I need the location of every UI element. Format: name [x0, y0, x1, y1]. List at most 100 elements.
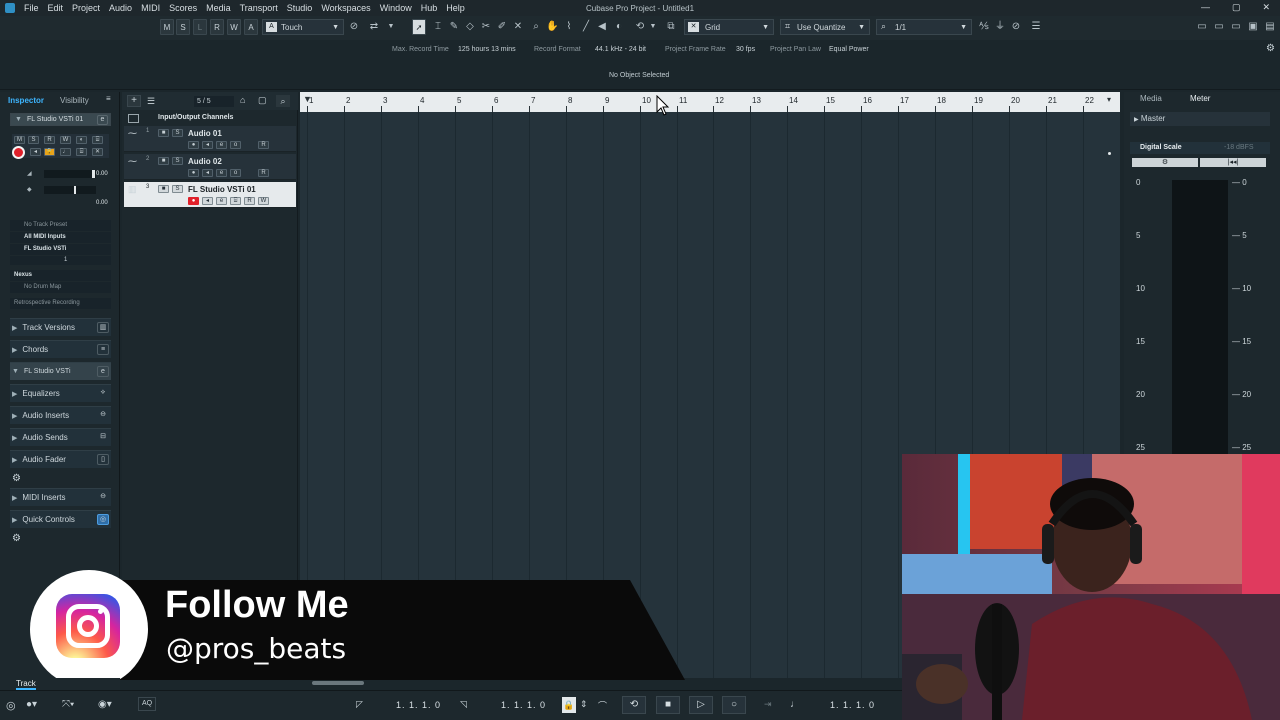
- ruler-bar-number[interactable]: 10: [642, 96, 651, 105]
- snap-type-dropdown[interactable]: ✕ Grid ▼: [684, 19, 774, 35]
- mute-button[interactable]: M: [14, 136, 25, 144]
- quantize-apply-icon[interactable]: ⏚: [994, 21, 1006, 33]
- split-tool-icon[interactable]: ✂: [480, 21, 492, 33]
- monitor-button[interactable]: ◂: [202, 141, 213, 149]
- pan-slider-handle[interactable]: [74, 186, 76, 194]
- right-locator-icon[interactable]: ◹: [460, 699, 467, 710]
- metronome-icon[interactable]: ◉▾: [98, 699, 112, 710]
- ruler-bar-number[interactable]: 2: [346, 96, 350, 105]
- lock-icon[interactable]: 🔒: [44, 148, 55, 156]
- ruler-bar-number[interactable]: 18: [937, 96, 946, 105]
- ruler[interactable]: 1 2 3 4 5 6 7 8 9 10 11 12 13 14 15 16 17 18 19 20 21 22: [300, 92, 1120, 112]
- chevron-down-icon[interactable]: ▾: [1107, 95, 1111, 104]
- pan-slider[interactable]: [44, 186, 96, 194]
- play-button[interactable]: ▷: [689, 696, 713, 714]
- record-enable-button[interactable]: ●: [188, 169, 199, 177]
- section-midi-inserts[interactable]: ▶ MIDI Inserts ⊖: [10, 488, 111, 506]
- horizontal-scrollbar[interactable]: [312, 681, 364, 685]
- freeze-button[interactable]: ⌸: [230, 197, 241, 205]
- layout-full-icon[interactable]: ▣: [1247, 21, 1259, 33]
- monitor-button[interactable]: ◂: [202, 169, 213, 177]
- ruler-bar-number[interactable]: 13: [752, 96, 761, 105]
- play-tool-icon[interactable]: ◀: [596, 21, 608, 33]
- midi-output-field[interactable]: FL Studio VSTi: [10, 244, 111, 255]
- punch-out-icon[interactable]: ⇥: [764, 699, 772, 710]
- nudge-icon[interactable]: ⟲: [634, 21, 646, 33]
- meter-scale-row[interactable]: Digital Scale -18 dBFS: [1130, 142, 1270, 154]
- record-enable-button[interactable]: ●: [188, 197, 199, 205]
- cubase-app-icon[interactable]: [5, 3, 15, 13]
- read-button[interactable]: R: [258, 169, 269, 177]
- time-format-icon[interactable]: ♩: [790, 699, 800, 710]
- snap-icon[interactable]: ⧉: [665, 21, 677, 33]
- record-format-value[interactable]: 44.1 kHz - 24 bit: [595, 46, 646, 53]
- track-preset-field[interactable]: No Track Preset: [10, 220, 111, 231]
- object-selection-tool-button[interactable]: ➚: [412, 19, 426, 35]
- ruler-bar-number[interactable]: 20: [1011, 96, 1020, 105]
- home-icon[interactable]: ⌂: [240, 95, 245, 105]
- ruler-bar-number[interactable]: 7: [531, 96, 535, 105]
- channel-field[interactable]: 1: [10, 256, 111, 265]
- ruler-bar-number[interactable]: 17: [900, 96, 909, 105]
- write-button[interactable]: W: [227, 19, 241, 35]
- menu-midi[interactable]: MIDI: [141, 3, 160, 13]
- folder-track[interactable]: Input/Output Channels: [124, 112, 296, 126]
- menu-media[interactable]: Media: [206, 3, 231, 13]
- track-name[interactable]: Audio 01: [188, 129, 222, 138]
- close-icon[interactable]: ✕: [1262, 2, 1270, 13]
- read-button[interactable]: R: [244, 197, 255, 205]
- pencil-tool-icon[interactable]: ✎: [448, 21, 460, 33]
- menu-workspaces[interactable]: Workspaces: [321, 3, 370, 13]
- zoom-dot[interactable]: [1108, 152, 1111, 155]
- ruler-bar-number[interactable]: 16: [863, 96, 872, 105]
- ruler-bar-number[interactable]: 14: [789, 96, 798, 105]
- program-field[interactable]: Nexus: [10, 270, 111, 281]
- section-audio-inserts[interactable]: ▶ Audio Inserts ⊖: [10, 406, 111, 424]
- meter-reset-button[interactable]: |◂◂|: [1200, 158, 1266, 167]
- menu-transport[interactable]: Transport: [240, 3, 278, 13]
- quantize-panel-icon[interactable]: ☰: [1030, 21, 1042, 33]
- ruler-bar-number[interactable]: 12: [715, 96, 724, 105]
- lock-button[interactable]: o: [230, 169, 241, 177]
- tab-meter[interactable]: Meter: [1190, 94, 1210, 103]
- stop-button[interactable]: ■: [656, 696, 680, 714]
- tab-inspector[interactable]: Inspector: [0, 96, 52, 105]
- section-chords[interactable]: ▶ Chords ≡: [10, 340, 111, 358]
- punch-icon[interactable]: ⤧▾: [62, 699, 74, 710]
- record-format-label[interactable]: Record Format: [534, 46, 581, 53]
- ruler-bar-number[interactable]: 11: [679, 96, 687, 105]
- read-button[interactable]: R: [44, 136, 55, 144]
- ruler-bar-number[interactable]: 21: [1048, 96, 1057, 105]
- quantize-reset-icon[interactable]: ⊘: [1010, 21, 1022, 33]
- volume-slider[interactable]: [44, 170, 96, 178]
- track-counter[interactable]: 5 / 5: [194, 96, 234, 107]
- autoscroll-icon[interactable]: ⇄: [368, 21, 380, 33]
- section-equalizers[interactable]: ▶ Equalizers ⟡: [10, 384, 111, 402]
- search-icon[interactable]: ⌕: [276, 95, 290, 107]
- pan-law-label[interactable]: Project Pan Law: [770, 46, 821, 53]
- ruler-bar-number[interactable]: 19: [974, 96, 983, 105]
- mute-button[interactable]: ■: [158, 157, 169, 165]
- layout-panel-icon[interactable]: ▤: [1264, 21, 1276, 33]
- mute-button[interactable]: ■: [158, 129, 169, 137]
- ruler-bar-number[interactable]: 4: [420, 96, 424, 105]
- write-button[interactable]: W: [258, 197, 269, 205]
- maximize-icon[interactable]: ▢: [1232, 2, 1241, 13]
- solo-button[interactable]: S: [172, 129, 183, 137]
- left-locator-icon[interactable]: ◸: [356, 699, 363, 710]
- ruler-bar-number[interactable]: 15: [826, 96, 835, 105]
- menu-file[interactable]: File: [24, 3, 39, 13]
- ruler-bar-number[interactable]: 3: [383, 96, 387, 105]
- frame-rate-value[interactable]: 30 fps: [736, 46, 755, 53]
- range-tool-icon[interactable]: ⌶: [432, 21, 444, 33]
- pan-value[interactable]: 0.00: [96, 200, 108, 206]
- ruler-bar-number[interactable]: 6: [494, 96, 498, 105]
- inspector-track-header[interactable]: ▼ FL Studio VSTi 01 e: [10, 113, 111, 126]
- tab-visibility[interactable]: Visibility: [52, 96, 97, 105]
- right-locator-value[interactable]: 1. 1. 1. 0: [501, 700, 546, 710]
- listen-button[interactable]: L: [193, 19, 207, 35]
- solo-button[interactable]: S: [176, 19, 190, 35]
- bypass-icon[interactable]: ✕: [92, 148, 103, 156]
- solo-button[interactable]: S: [172, 157, 183, 165]
- layout-right-icon[interactable]: ▭: [1230, 21, 1242, 33]
